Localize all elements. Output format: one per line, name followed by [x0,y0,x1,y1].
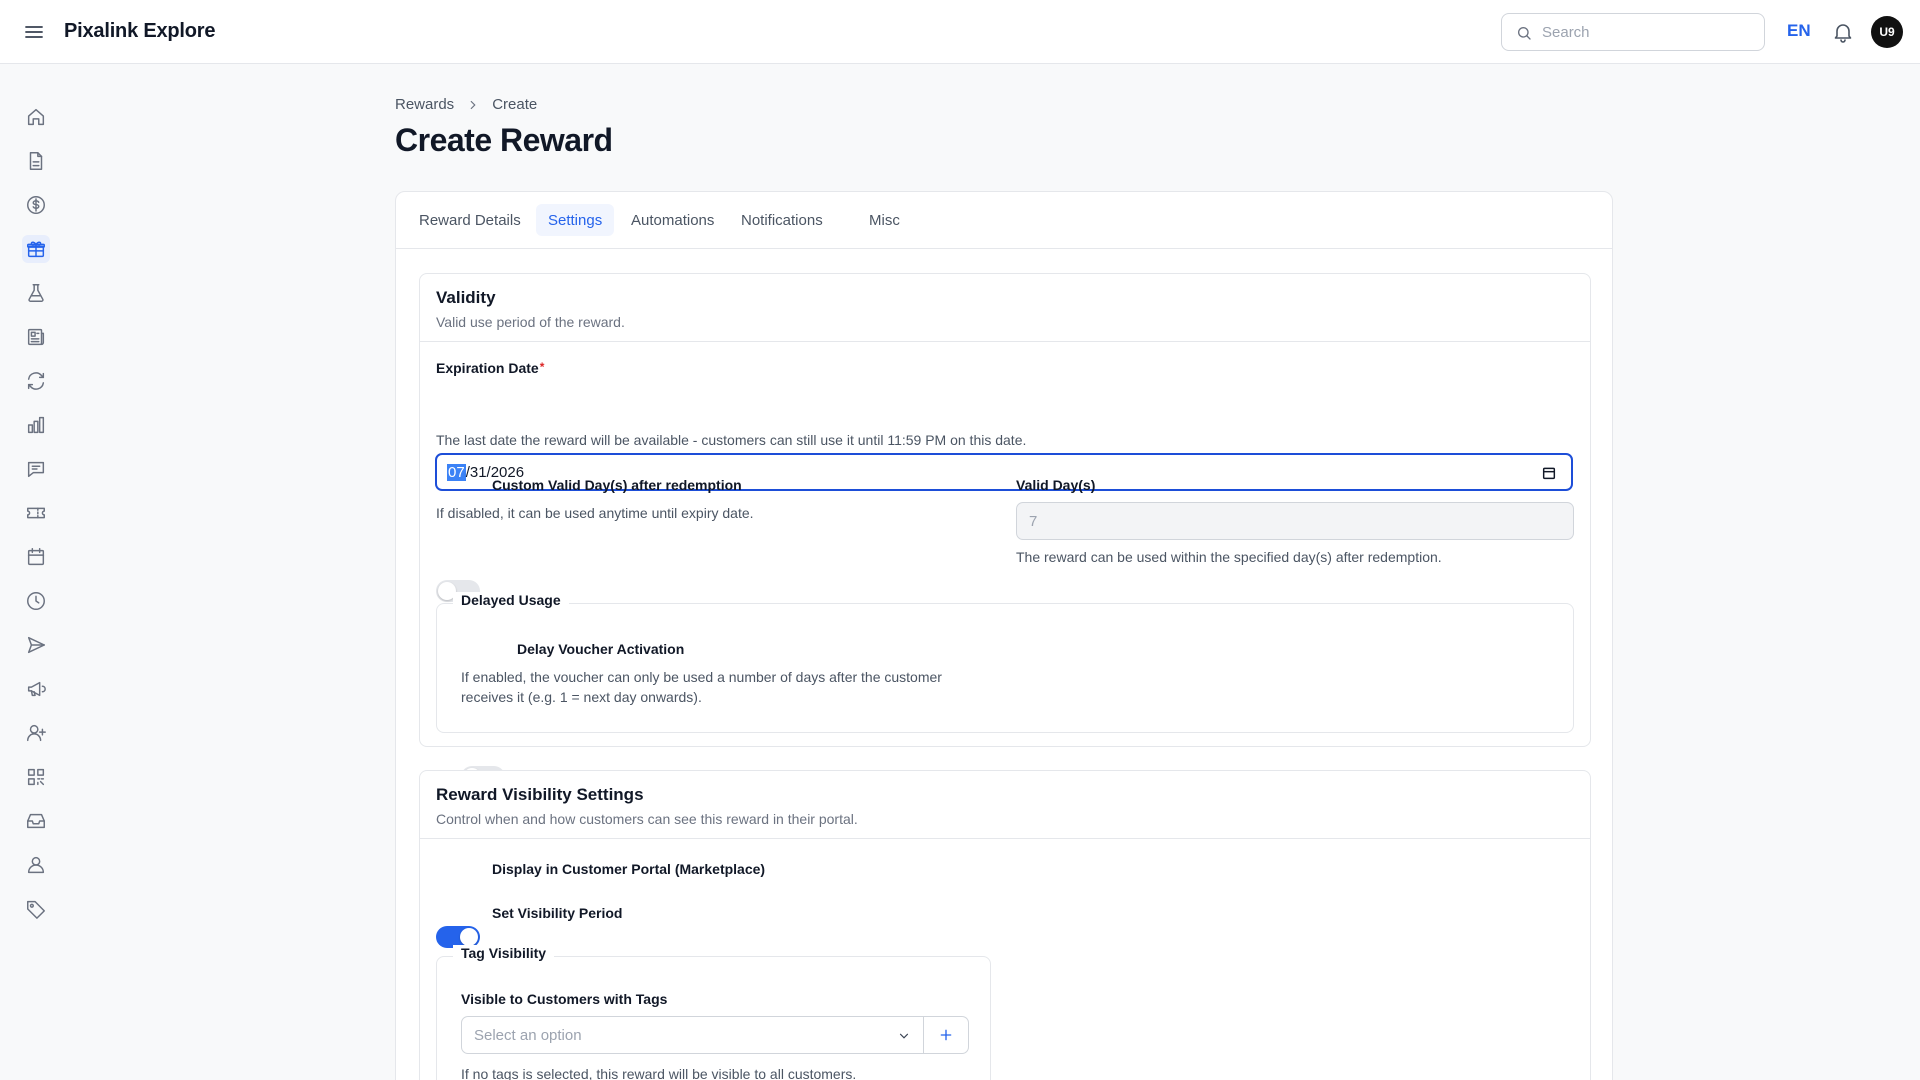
dollar-icon[interactable] [22,191,50,219]
delay-voucher-label: Delay Voucher Activation [517,641,685,657]
gift-icon[interactable] [22,235,50,263]
tags-help: If no tags is selected, this reward will… [461,1066,857,1080]
user-icon[interactable] [22,851,50,879]
tab-notifications[interactable]: Notifications [729,204,835,236]
delay-voucher-help: If enabled, the voucher can only be used… [461,667,942,707]
home-icon[interactable] [22,103,50,131]
visibility-period-label: Set Visibility Period [492,905,623,921]
validity-header: Validity Valid use period of the reward. [420,274,1590,342]
validity-description: Valid use period of the reward. [436,314,625,330]
menu-icon[interactable] [22,20,46,44]
clock-icon[interactable] [22,587,50,615]
document-icon[interactable] [22,147,50,175]
user-plus-icon[interactable] [22,719,50,747]
tab-reward-details[interactable]: Reward Details [407,204,533,236]
valid-days-input: 7 [1016,502,1574,540]
inbox-icon[interactable] [22,807,50,835]
refresh-icon[interactable] [22,367,50,395]
valid-days-label: Valid Day(s) [1016,477,1096,493]
form-card: Reward Details Settings Automations Noti… [395,191,1613,1080]
ticket-icon[interactable] [22,499,50,527]
sidebar [0,64,72,1080]
visibility-header: Reward Visibility Settings Control when … [420,771,1590,839]
language-switch[interactable]: EN [1787,21,1811,41]
display-portal-label: Display in Customer Portal (Marketplace) [492,861,766,877]
search-box[interactable] [1501,13,1765,51]
breadcrumb: Rewards Create [395,96,537,113]
tab-settings[interactable]: Settings [536,204,615,236]
calendar-picker-icon[interactable] [1541,465,1557,481]
tag-icon[interactable] [22,895,50,923]
search-icon [1518,27,1531,40]
expiration-date-label: Expiration Date* [436,360,544,376]
required-mark: * [539,360,545,374]
tags-label: Visible to Customers with Tags [461,991,668,1007]
add-tag-button[interactable] [924,1016,969,1054]
bell-icon[interactable] [1831,20,1855,49]
tags-select[interactable]: Select an option [461,1016,924,1054]
tags-select-group: Select an option [461,1016,969,1054]
delay-help-line-2: receives it (e.g. 1 = next day onwards). [461,689,702,705]
megaphone-icon[interactable] [22,675,50,703]
calendar-icon[interactable] [22,543,50,571]
visibility-title: Reward Visibility Settings [436,785,644,804]
valid-days-help: The reward can be used within the specif… [1016,549,1442,565]
breadcrumb-current: Create [492,96,538,113]
expiration-help: The last date the reward will be availab… [436,432,1027,448]
search-input[interactable] [1542,23,1742,41]
expiration-month: 07 [447,463,466,481]
tab-automations[interactable]: Automations [619,204,726,236]
tag-visibility-legend: Tag Visibility [453,945,555,961]
chevron-down-icon [899,1033,909,1039]
visibility-description: Control when and how customers can see t… [436,811,858,827]
delayed-usage-legend: Delayed Usage [453,592,569,608]
message-icon[interactable] [22,455,50,483]
breadcrumb-rewards[interactable]: Rewards [395,96,454,113]
avatar[interactable]: U9 [1871,16,1903,48]
custom-valid-days-label: Custom Valid Day(s) after redemption [492,477,742,493]
flask-icon[interactable] [22,279,50,307]
tab-misc[interactable]: Misc [857,204,912,236]
top-bar: Pixalink Explore EN U9 [0,0,1920,64]
plus-icon [940,1029,952,1041]
validity-title: Validity [436,288,496,307]
expiration-date-label-text: Expiration Date [436,360,539,376]
tab-bar: Reward Details Settings Automations Noti… [396,192,1612,249]
visibility-section: Reward Visibility Settings Control when … [419,770,1591,1080]
tags-select-placeholder: Select an option [474,1026,582,1044]
validity-section: Validity Valid use period of the reward.… [419,273,1591,788]
bar-chart-icon[interactable] [22,411,50,439]
newspaper-icon[interactable] [22,323,50,351]
delay-help-line-1: If enabled, the voucher can only be used… [461,669,942,685]
chevron-right-icon [466,98,480,112]
qr-code-icon[interactable] [22,763,50,791]
custom-valid-days-help: If disabled, it can be used anytime unti… [436,505,754,521]
send-icon[interactable] [22,631,50,659]
page-title: Create Reward [395,122,613,158]
app-title: Pixalink Explore [64,20,216,42]
